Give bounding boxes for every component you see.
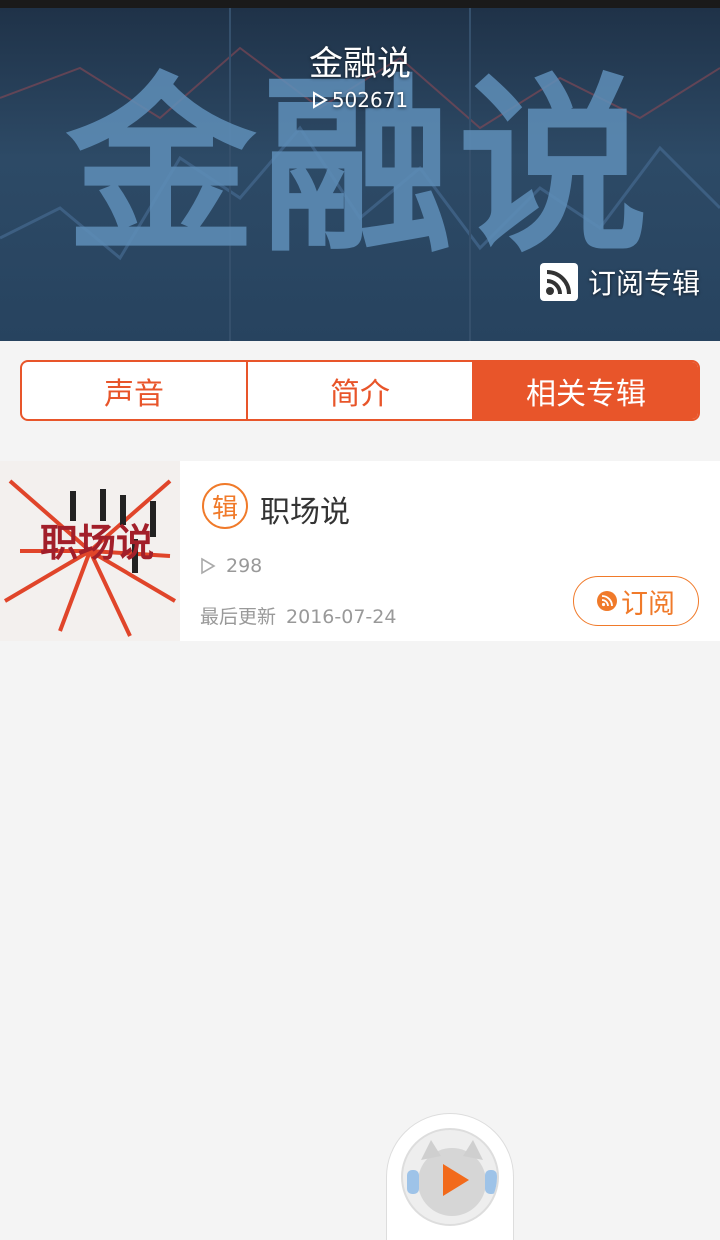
tab-related-albums[interactable]: 相关专辑 xyxy=(472,362,698,419)
now-playing-button[interactable] xyxy=(386,1113,514,1240)
album-play-count: 298 xyxy=(200,555,262,577)
rss-icon xyxy=(539,263,578,301)
album-badge: 辑 xyxy=(202,483,248,529)
album-list-item[interactable]: 职场说 辑 职场说 298 最后更新 2016-07-24 订阅 xyxy=(0,461,720,641)
album-cover: 职场说 xyxy=(0,461,180,641)
play-icon xyxy=(201,557,216,575)
status-bar xyxy=(0,0,720,8)
player-avatar xyxy=(401,1128,499,1226)
last-update-date: 2016-07-24 xyxy=(286,606,397,628)
last-update-label: 最后更新 xyxy=(200,606,277,628)
album-play-count-value: 298 xyxy=(226,555,263,577)
tab-sounds[interactable]: 声音 xyxy=(22,362,246,419)
album-cover-text: 职场说 xyxy=(40,521,154,565)
album-title: 金融说 xyxy=(309,44,411,84)
rss-icon xyxy=(597,591,617,611)
subscribe-album-label: 订阅专辑 xyxy=(587,267,700,300)
album-item-title: 职场说 xyxy=(260,495,350,530)
play-count: 502671 xyxy=(0,88,720,112)
album-header: 金融说 金融说 502671 订阅专辑 xyxy=(0,8,720,341)
tab-bar: 声音 简介 相关专辑 xyxy=(20,360,700,421)
album-subscribe-button[interactable]: 订阅 xyxy=(573,576,699,626)
play-icon xyxy=(312,91,328,109)
subscribe-album-button[interactable]: 订阅专辑 xyxy=(539,262,700,302)
album-subscribe-label: 订阅 xyxy=(621,588,675,620)
album-last-update: 最后更新 2016-07-24 xyxy=(200,602,396,629)
play-count-value: 502671 xyxy=(331,88,409,112)
tab-intro[interactable]: 简介 xyxy=(246,362,472,419)
